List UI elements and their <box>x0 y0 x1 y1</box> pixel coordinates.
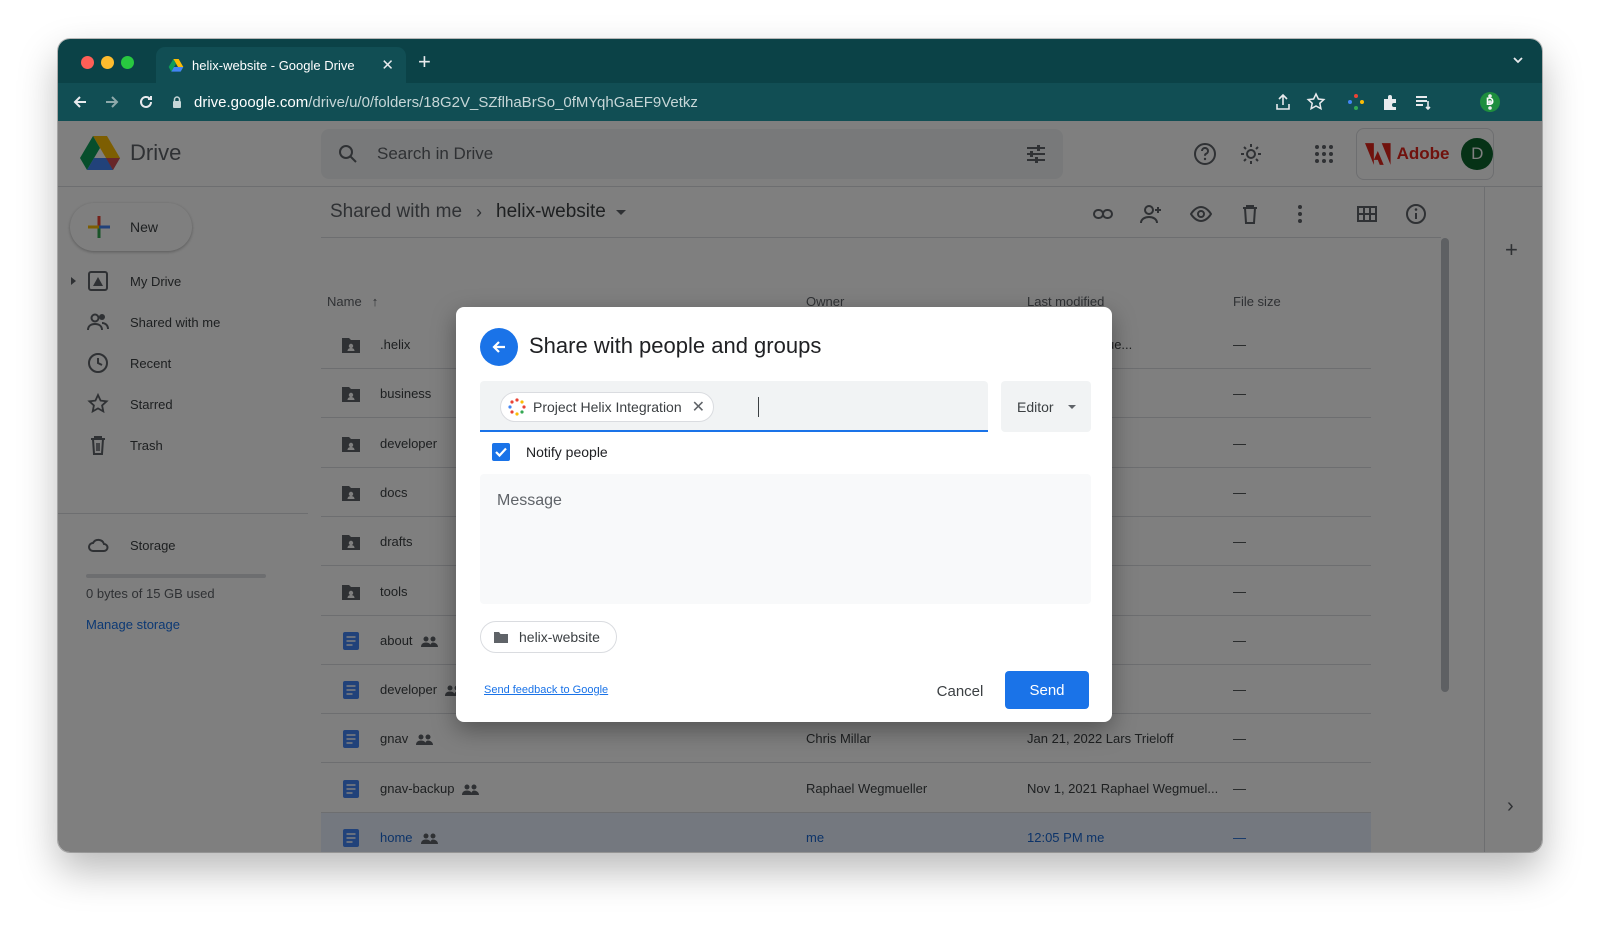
dropdown-caret-icon <box>1067 404 1076 409</box>
recipient-chip-label: Project Helix Integration <box>533 399 682 415</box>
browser-menu-icon[interactable] <box>1480 92 1500 112</box>
message-field[interactable]: Message <box>480 474 1091 604</box>
tab-title: helix-website - Google Drive <box>192 57 355 73</box>
recipient-chip[interactable]: Project Helix Integration ✕ <box>500 392 715 422</box>
browser-window: helix-website - Google Drive ✕ + drive.g… <box>58 39 1542 852</box>
cancel-button[interactable]: Cancel <box>920 673 1000 709</box>
folder-icon <box>494 632 508 643</box>
checkmark-icon <box>495 447 507 458</box>
maximize-window-button[interactable] <box>121 56 134 69</box>
send-button[interactable]: Send <box>1005 671 1089 709</box>
extensions-puzzle-icon[interactable] <box>1380 92 1400 112</box>
lock-icon <box>173 96 181 108</box>
chevron-down-icon[interactable] <box>1512 54 1524 66</box>
role-select-value: Editor <box>1017 398 1054 415</box>
reload-icon[interactable] <box>136 92 156 112</box>
close-tab-icon[interactable]: ✕ <box>381 56 394 74</box>
url-host: drive.google.com <box>194 93 309 111</box>
close-window-button[interactable] <box>81 56 94 69</box>
browser-toolbar: drive.google.com/drive/u/0/folders/18G2V… <box>58 83 1542 121</box>
dialog-title: Share with people and groups <box>529 333 822 358</box>
new-tab-button[interactable]: + <box>418 51 431 73</box>
notify-label: Notify people <box>526 444 608 460</box>
drive-favicon-icon <box>168 59 184 72</box>
browser-tab[interactable]: helix-website - Google Drive ✕ <box>156 47 406 83</box>
minimize-window-button[interactable] <box>101 56 114 69</box>
extension-dots-icon[interactable] <box>1346 92 1366 112</box>
forward-arrow-icon[interactable] <box>102 92 122 112</box>
back-arrow-icon[interactable] <box>70 92 90 112</box>
text-cursor <box>758 397 759 417</box>
shared-item-label: helix-website <box>519 629 600 645</box>
shared-item-chip: helix-website <box>480 621 617 653</box>
back-button[interactable] <box>480 328 518 366</box>
role-select[interactable]: Editor <box>1001 381 1091 432</box>
share-icon[interactable] <box>1273 92 1293 112</box>
notify-checkbox[interactable] <box>492 443 510 461</box>
recipients-field[interactable]: Project Helix Integration ✕ <box>480 381 988 432</box>
notify-people-option[interactable]: Notify people <box>492 443 608 461</box>
remove-recipient-icon[interactable]: ✕ <box>692 397 705 417</box>
send-feedback-link[interactable]: Send feedback to Google <box>484 684 608 696</box>
share-dialog: Share with people and groups Project Hel… <box>456 307 1112 722</box>
back-arrow-icon <box>492 341 505 353</box>
address-bar[interactable]: drive.google.com/drive/u/0/folders/18G2V… <box>170 88 1420 116</box>
drive-page: Drive Search in Drive Adobe D New <box>58 121 1542 852</box>
url-path: /drive/u/0/folders/18G2V_SZflhaBrSo_0fMY… <box>308 93 698 111</box>
group-icon <box>508 398 526 416</box>
reading-list-icon[interactable] <box>1413 92 1433 112</box>
tab-strip: helix-website - Google Drive ✕ + <box>58 39 1542 83</box>
bookmark-star-icon[interactable] <box>1306 92 1326 112</box>
